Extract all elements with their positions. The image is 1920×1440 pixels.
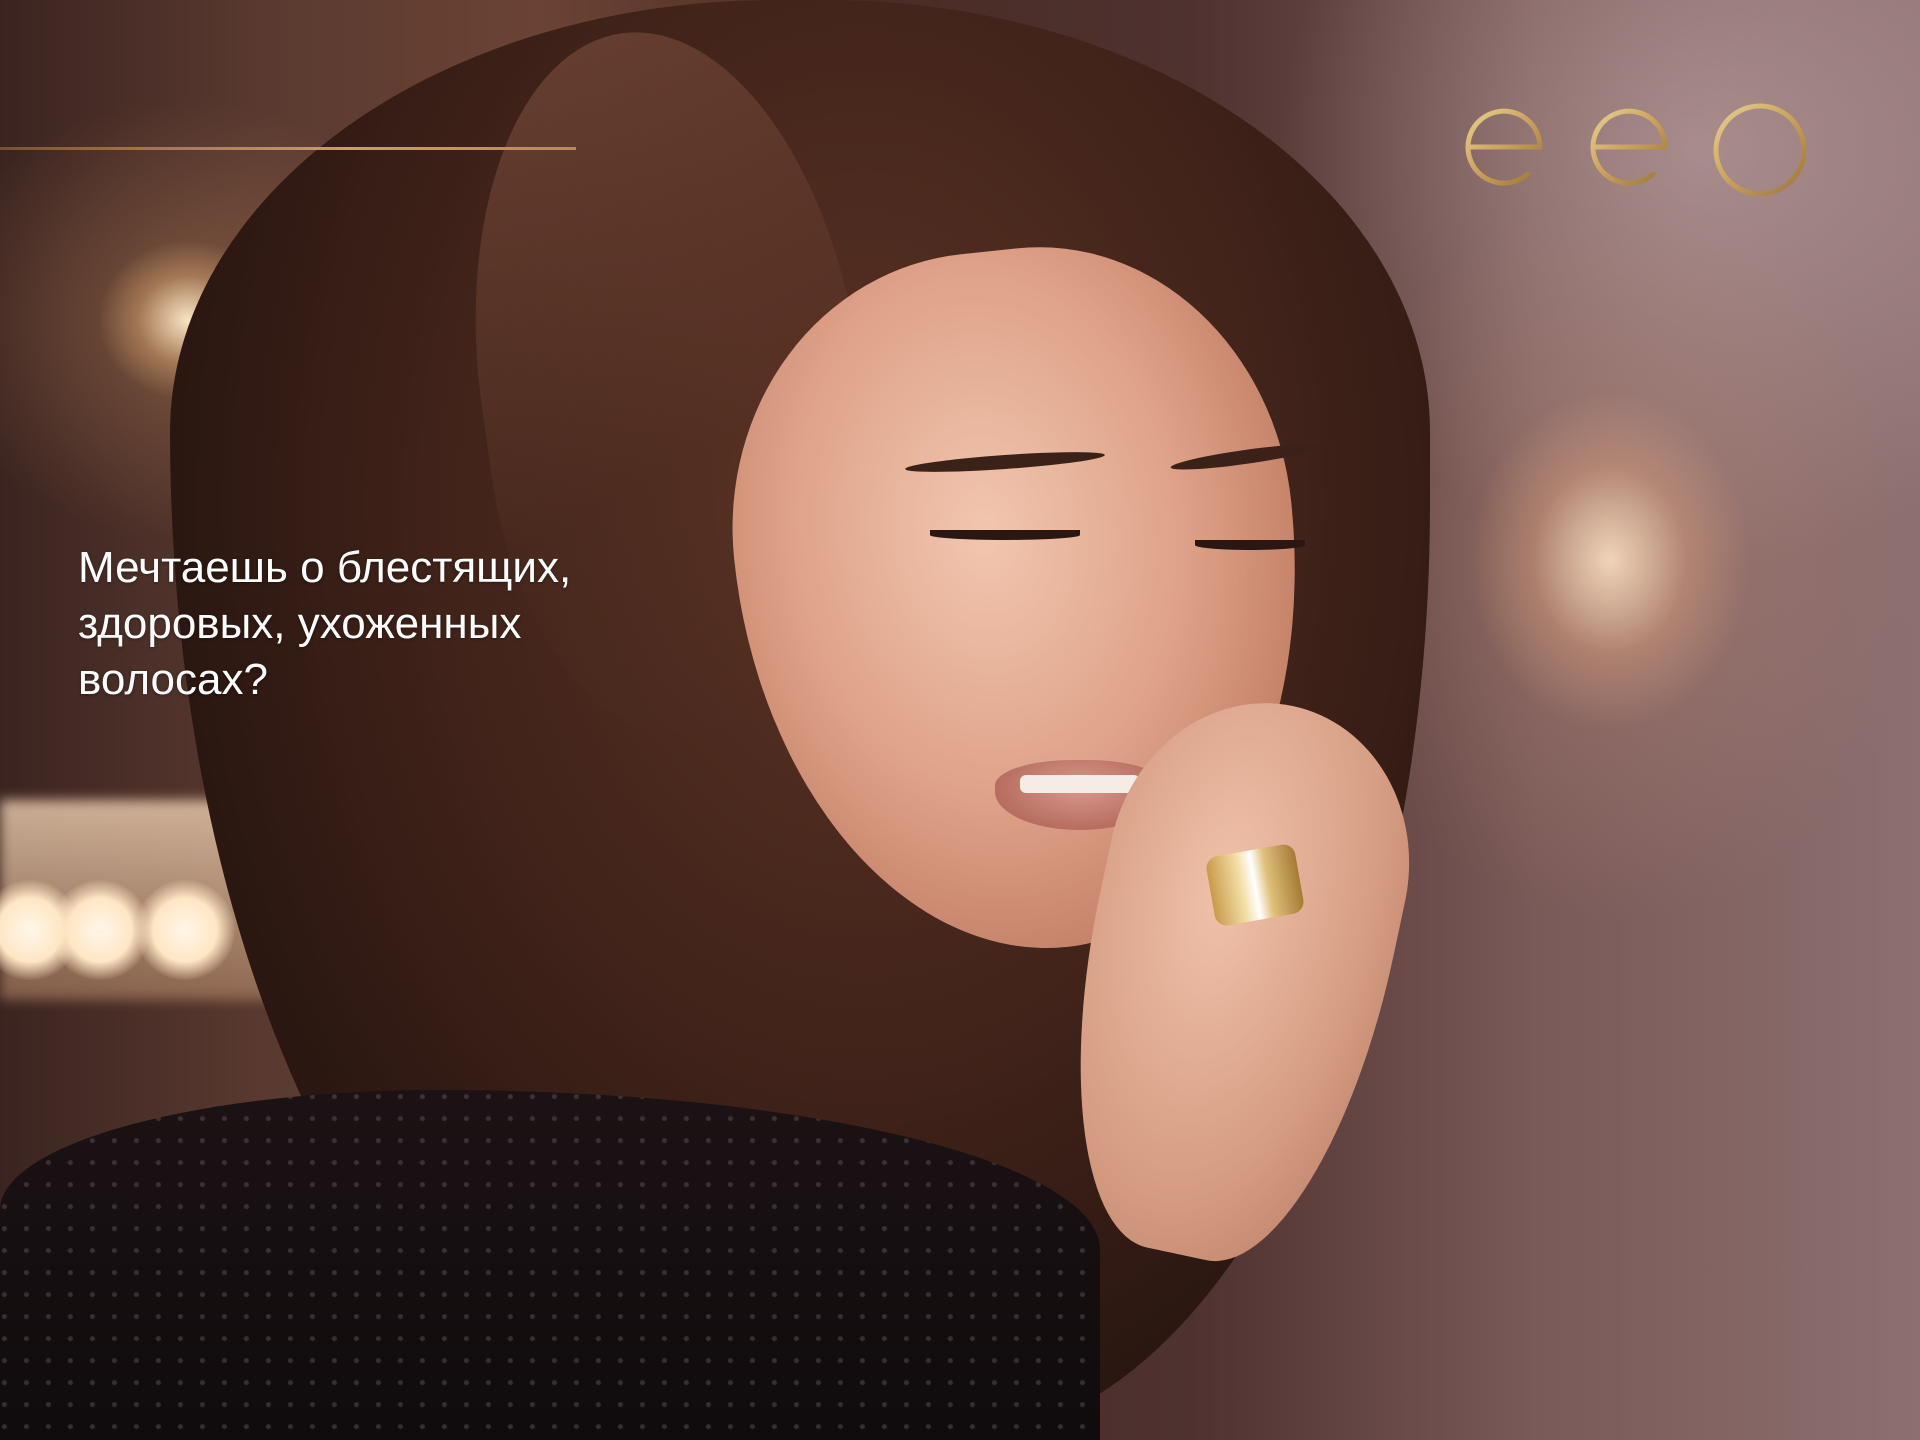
- headline-text: Мечтаешь о блестящих, здоровых, ухоженны…: [78, 540, 718, 708]
- vanity-bulb: [135, 880, 235, 980]
- headline-line: здоровых, ухоженных: [78, 599, 522, 648]
- headline-line: Мечтаешь о блестящих,: [78, 543, 572, 592]
- eleo-logo-mark: [1390, 97, 1920, 197]
- logo-rule-left: [0, 147, 576, 150]
- slide-background: Мечтаешь о блестящих, здоровых, ухоженны…: [0, 0, 1920, 1440]
- eleo-logo: [1390, 80, 1920, 210]
- eyelid-left: [930, 530, 1080, 540]
- headline-line: волосах?: [78, 655, 268, 704]
- model-teeth: [1020, 775, 1140, 793]
- eyelid-right: [1195, 540, 1305, 550]
